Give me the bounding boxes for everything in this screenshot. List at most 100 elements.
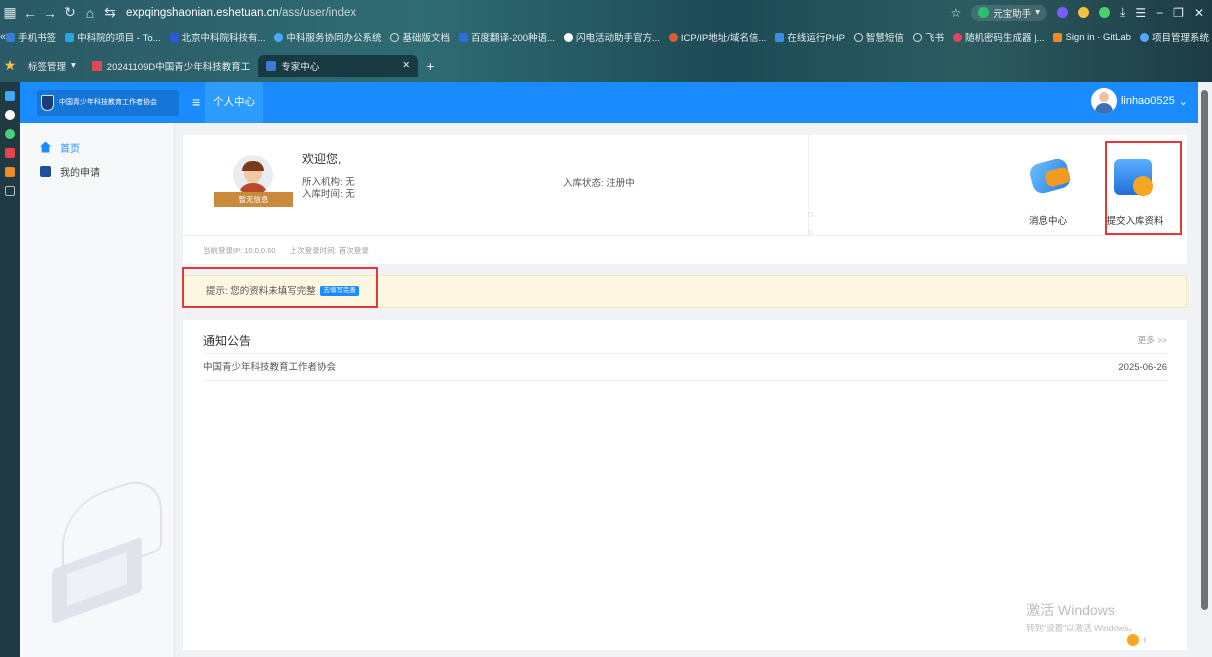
bookmark[interactable]: 北京中科院科技有... [169, 30, 265, 44]
bookmark-icon [1053, 32, 1063, 42]
back-icon[interactable]: ← [20, 5, 40, 21]
address-bar[interactable]: expqingshaonian.eshetuan.cn/ass/user/ind… [126, 7, 356, 19]
bookmark-label: 基础版文档 [402, 33, 450, 44]
notice-title: 通知公告 [203, 334, 252, 348]
activation-watermark: 激活 Windows 转到"设置"以激活 Windows。 [1026, 600, 1137, 634]
message-center-icon [1027, 156, 1073, 196]
avatar [1090, 88, 1117, 114]
user-menu[interactable]: linhao0525 ⌄ [1090, 88, 1188, 114]
home-icon[interactable]: ⌂ [80, 5, 100, 21]
bookmark-label: 飞书 [924, 33, 944, 44]
bookmark-icon [853, 32, 863, 42]
bookmark-label: 百度翻译-200种语... [471, 33, 555, 44]
bookmark[interactable]: 闪电活动助手官方... [563, 30, 660, 44]
last-login-text: 上次登录时间: 首次登录 [289, 246, 369, 255]
sidebar-item-my-applications[interactable]: 我的申请 [20, 159, 174, 183]
add-icon[interactable] [5, 186, 15, 196]
browser-toolbar-right: ☆ 元宝助手 ▾ ⤓ ☰ − ❐ ✕ [951, 0, 1204, 25]
menu-toggle-icon[interactable]: ≡ [192, 94, 200, 110]
notice-item-title: 中国青少年科技教育工作者协会 [203, 362, 337, 373]
extension-icon[interactable] [1078, 7, 1090, 18]
collections-icon[interactable]: ☰ [1135, 6, 1146, 20]
download-icon[interactable]: ⤓ [1120, 5, 1125, 20]
profile-card: 暂无信息 欢迎您, 所入机构: 无 入库时间: 无 入库状态: 注册中 消息中心… [183, 135, 1187, 264]
assistant-icon [978, 7, 990, 18]
bookmark[interactable]: 手机书签 [6, 30, 56, 44]
bookmark[interactable]: ICP/IP地址/域名信... [668, 30, 766, 44]
bookmark[interactable]: 基础版文档 [390, 30, 450, 44]
copilot-icon[interactable] [5, 110, 15, 120]
highlight-box [1105, 141, 1182, 235]
extension-icon[interactable] [1057, 7, 1069, 18]
close-icon[interactable]: ✕ [1194, 6, 1204, 20]
breadcrumb[interactable]: 个人中心 [205, 82, 263, 123]
notice-card: 通知公告 更多 >> 中国青少年科技教育工作者协会 2025-06-26 激活 … [183, 320, 1187, 650]
bookmark[interactable]: 随机密码生成器 |... [952, 30, 1045, 44]
sidebar-toggle-icon[interactable]: ▦ [0, 4, 20, 21]
tab-label: 专家中心 [281, 61, 320, 73]
scrollbar[interactable] [1198, 82, 1212, 657]
join-time-text: 入库时间: 无 [302, 189, 355, 200]
bookmark[interactable]: 百度翻译-200种语... [459, 30, 555, 44]
bookmark-icon [169, 32, 179, 42]
logo-emblem-icon [41, 95, 54, 111]
divider [203, 353, 1167, 354]
bookmark-icon [563, 32, 573, 42]
assistant-label: 元宝助手 [993, 8, 1032, 20]
search-icon[interactable] [5, 91, 15, 101]
notice-item[interactable]: 中国青少年科技教育工作者协会 2025-06-26 [203, 358, 1167, 378]
bookmark[interactable]: 项目管理系统 [1139, 30, 1209, 44]
tab-title: 专家中心 [266, 59, 319, 73]
maximize-icon[interactable]: ❐ [1173, 6, 1184, 20]
message-center-button[interactable]: 消息中心 [1009, 149, 1087, 234]
watermark-line1: 激活 Windows [1026, 602, 1115, 618]
tab-label: 20241109D中国青少年科技教育工 [106, 61, 251, 73]
sidebar-item-label: 我的申请 [60, 167, 100, 179]
bookmark-icon [390, 32, 400, 42]
reload-icon[interactable]: ↻ [60, 4, 80, 21]
bookmark[interactable]: 在线运行PHP [775, 30, 845, 44]
no-info-badge: 暂无信息 [214, 192, 293, 207]
site-settings-icon[interactable]: ⇆ [100, 4, 120, 21]
star-icon[interactable]: ☆ [951, 6, 962, 20]
login-info: 当前登录IP: 10.0.0.60 上次登录时间: 首次登录 [183, 235, 1187, 264]
tab-project[interactable]: 20241109D中国青少年科技教育工 [84, 55, 258, 77]
bookmark-icon [775, 32, 785, 42]
bookmark-label: 手机书签 [18, 33, 57, 44]
tab-close-icon[interactable]: ✕ [402, 60, 410, 71]
extension-icon[interactable] [5, 148, 15, 158]
tab-group-label: 标签管理 [28, 61, 67, 73]
bookmark-label: 中科服务协同办公系统 [286, 33, 382, 44]
bookmark[interactable]: 智慧短信 [853, 30, 904, 44]
tab-expert-center[interactable]: 专家中心 ✕ [258, 54, 419, 77]
home-icon [40, 141, 51, 153]
assistant-button[interactable]: 元宝助手 ▾ [971, 4, 1048, 21]
forward-icon[interactable]: → [40, 5, 60, 21]
logo[interactable]: 中国青少年科技教育工作者协会 [37, 90, 179, 116]
bookmark[interactable]: 中科服务协同办公系统 [274, 30, 381, 44]
url-path: /ass/user/index [278, 6, 357, 19]
bookmark[interactable]: 中科院的项目 - To... [65, 30, 161, 44]
decorative-dot [808, 212, 813, 217]
message-center-label: 消息中心 [1028, 216, 1067, 227]
favorites-icon[interactable]: ★ [0, 57, 20, 74]
more-link[interactable]: 更多 >> [1138, 334, 1167, 346]
scrollbar-thumb[interactable] [1201, 90, 1208, 610]
bookmark[interactable]: 飞书 [912, 30, 944, 44]
bookmark-icon [668, 32, 678, 42]
tab-group[interactable]: 标签管理 ▾ [20, 55, 84, 77]
extension-icon[interactable] [5, 167, 15, 177]
sidebar-item-label: 首页 [60, 143, 80, 155]
floating-widget[interactable]: ‹ [1127, 630, 1167, 650]
extension-icon[interactable] [5, 129, 15, 139]
extension-icon[interactable] [1099, 7, 1111, 18]
username: linhao0525 [1120, 95, 1175, 107]
watermark-line2: 转到"设置"以激活 Windows。 [1026, 623, 1137, 633]
new-tab-button[interactable]: + [418, 55, 442, 77]
bookmark[interactable]: Sign in · GitLab [1053, 32, 1131, 43]
sidebar-item-home[interactable]: 首页 [20, 135, 174, 159]
tab-strip: ★ 标签管理 ▾ 20241109D中国青少年科技教育工 专家中心 ✕ + [0, 49, 1212, 82]
decorative-illustration [32, 468, 172, 648]
bookmark-label: 随机密码生成器 |... [964, 33, 1045, 44]
minimize-icon[interactable]: − [1156, 6, 1163, 20]
